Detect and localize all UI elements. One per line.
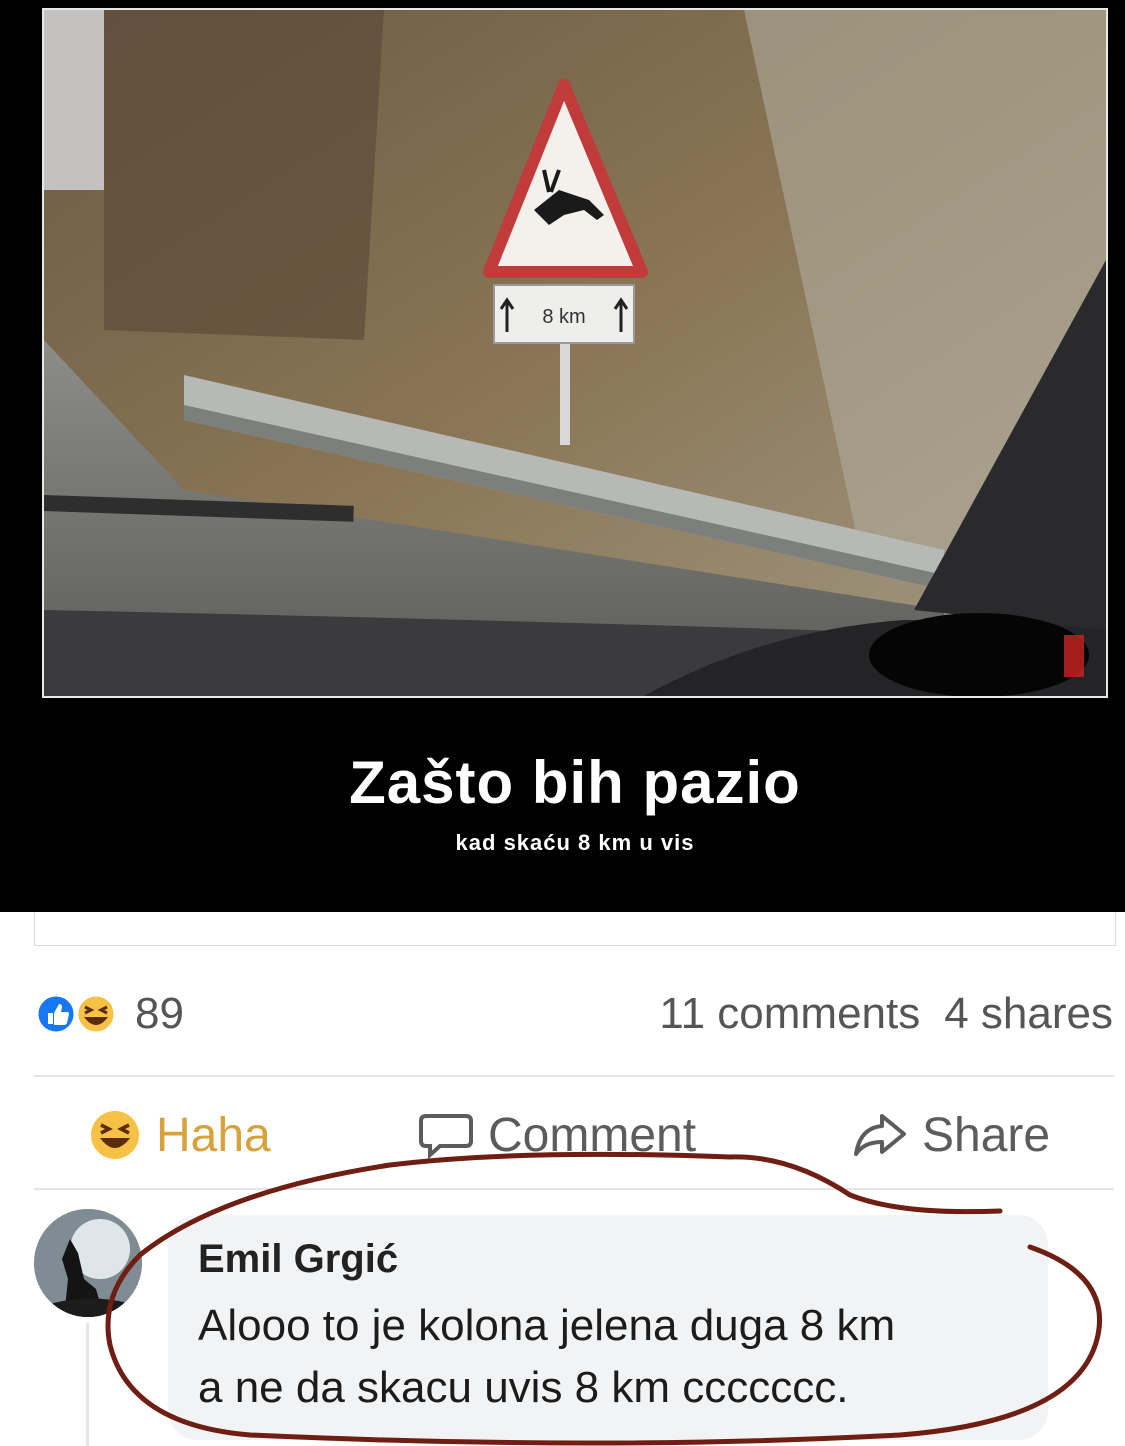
like-icon	[35, 993, 77, 1035]
link-preview-edge	[34, 912, 1116, 946]
comment-text: Alooo to je kolona jelena duga 8 km a ne…	[198, 1295, 1048, 1419]
haha-icon	[75, 993, 117, 1035]
avatar[interactable]	[34, 1209, 142, 1317]
thread-line	[86, 1323, 89, 1446]
share-button[interactable]: Share	[852, 1105, 1050, 1165]
comment-author[interactable]: Emil Grgić	[198, 1237, 398, 1282]
comment-line: a ne da skacu uvis 8 km ccccccc.	[198, 1363, 849, 1412]
sign-plate-text: 8 km	[542, 306, 585, 328]
demotivational-poster: 8 km Zašto bih pazio kad skaću 8 km u vi…	[0, 0, 1125, 912]
comment-item: Emil Grgić Alooo to je kolona jelena dug…	[0, 1205, 1125, 1446]
comment-button[interactable]: Comment	[418, 1105, 696, 1165]
reaction-icons[interactable]	[34, 991, 124, 1037]
post-stats: 11 comments 4 shares	[659, 989, 1113, 1039]
haha-icon	[91, 1111, 139, 1159]
comments-count[interactable]: 11 comments	[659, 989, 920, 1038]
reaction-summary: 89 11 comments 4 shares	[0, 985, 1125, 1045]
divider	[34, 1075, 1114, 1077]
shares-count[interactable]: 4 shares	[944, 989, 1113, 1038]
share-arrow-icon	[854, 1114, 906, 1156]
poster-title: Zašto bih pazio	[349, 749, 801, 816]
comment-label: Comment	[488, 1108, 697, 1162]
road-sign-photo: 8 km	[42, 8, 1108, 698]
haha-label: Haha	[156, 1108, 271, 1162]
divider	[34, 1188, 1114, 1190]
reaction-count[interactable]: 89	[135, 989, 184, 1039]
poster-subtitle: kad skaću 8 km u vis	[455, 830, 695, 855]
post-action-bar: Haha Comment Share	[0, 1095, 1125, 1175]
haha-reaction-button[interactable]: Haha	[88, 1105, 271, 1165]
comment-line: Alooo to je kolona jelena duga 8 km	[198, 1301, 896, 1350]
share-label: Share	[922, 1108, 1051, 1162]
comment-bubble: Emil Grgić Alooo to je kolona jelena dug…	[168, 1215, 1048, 1440]
comment-bubble-icon	[419, 1114, 473, 1160]
